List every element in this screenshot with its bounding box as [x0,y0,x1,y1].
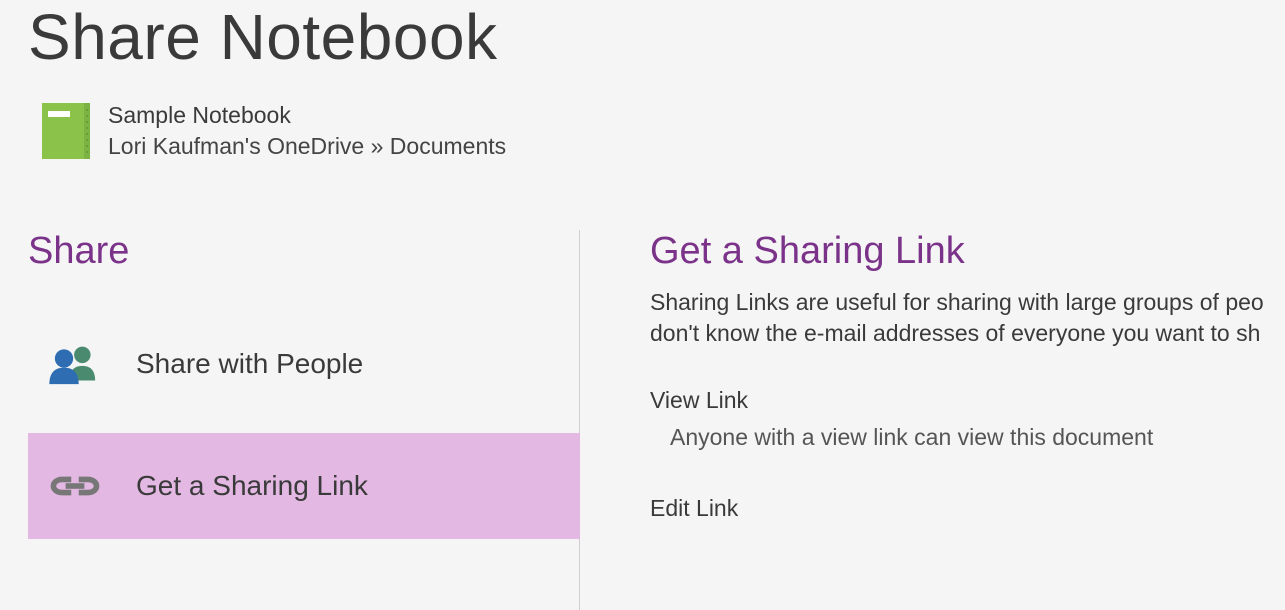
share-sidebar: Share Share with People Get a [0,230,580,610]
share-option-people-label: Share with People [136,348,363,380]
notebook-info: Sample Notebook Lori Kaufman's OneDrive … [0,84,1285,170]
notebook-name: Sample Notebook [108,102,506,129]
main-panel: Get a Sharing Link Sharing Links are use… [580,230,1280,610]
share-option-people[interactable]: Share with People [28,311,580,417]
share-heading: Share [28,230,579,273]
people-icon [42,342,108,386]
share-option-link[interactable]: Get a Sharing Link [28,433,580,539]
link-icon [42,471,108,501]
page-title: Share Notebook [0,0,1285,84]
notebook-icon [42,103,90,159]
notebook-path: Lori Kaufman's OneDrive » Documents [108,133,506,160]
view-link-description: Anyone with a view link can view this do… [650,424,1280,451]
main-heading: Get a Sharing Link [650,230,1280,273]
main-description: Sharing Links are useful for sharing wit… [650,287,1280,349]
share-option-link-label: Get a Sharing Link [136,470,368,502]
edit-link-label: Edit Link [650,495,1280,522]
view-link-label: View Link [650,387,1280,414]
